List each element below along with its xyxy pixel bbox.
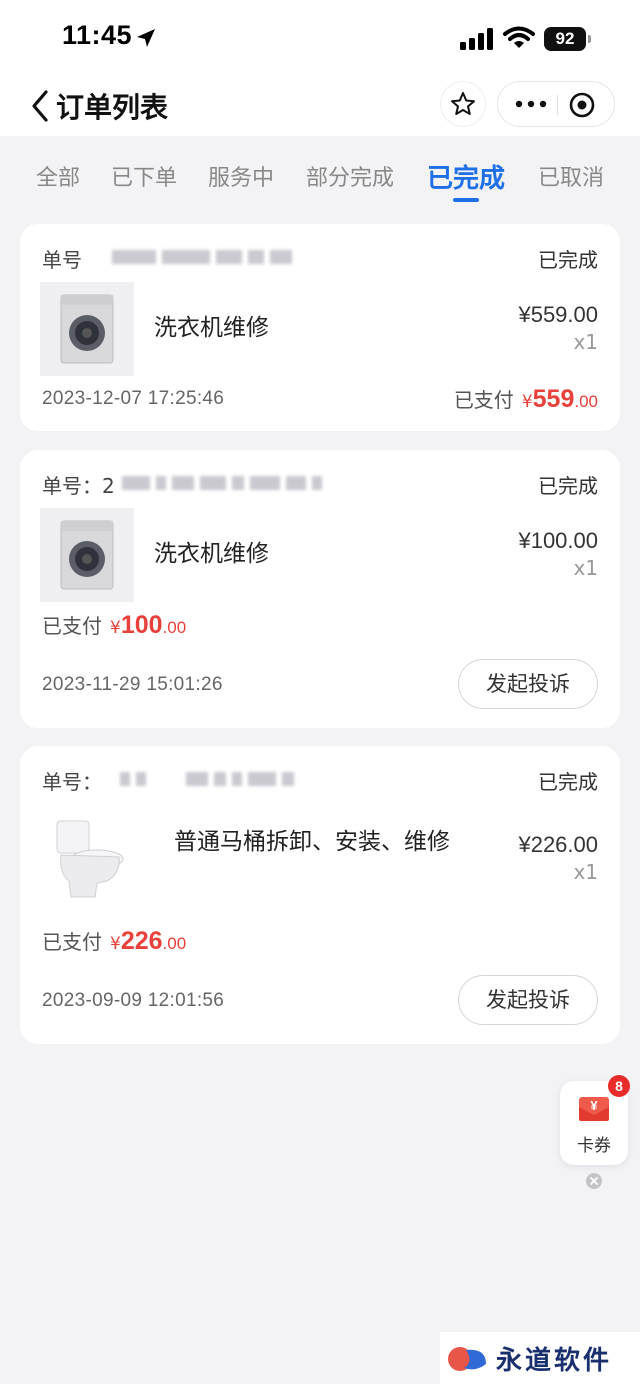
- order-status: 已完成: [538, 248, 598, 272]
- tab-cancelled[interactable]: 已取消: [538, 160, 604, 192]
- paid-integer: 559: [532, 385, 575, 413]
- paid-integer: 100: [120, 611, 163, 639]
- product-name: 洗衣机维修: [154, 315, 269, 341]
- tab-partially-done[interactable]: 部分完成: [306, 160, 394, 192]
- file-complaint-button[interactable]: 发起投诉: [458, 975, 598, 1025]
- toilet-icon: [56, 820, 124, 898]
- currency-symbol: ¥: [110, 618, 121, 638]
- paid-label: 已支付: [42, 614, 102, 638]
- order-number-redacted: [122, 472, 322, 494]
- currency-symbol: ¥: [521, 392, 533, 412]
- order-number-redacted: [120, 768, 294, 790]
- product-image: [40, 508, 134, 602]
- product-price: ¥100.00: [518, 528, 598, 553]
- washing-machine-icon: [60, 294, 114, 364]
- order-card[interactable]: 单号 已完成 洗衣机维修 ¥559.00 x1 2023-12-07 17:25…: [20, 224, 620, 431]
- close-icon[interactable]: [585, 1172, 603, 1190]
- order-status: 已完成: [538, 770, 598, 794]
- order-number-label: 单号：: [42, 770, 102, 794]
- product-image: [40, 282, 134, 376]
- tab-all[interactable]: 全部: [36, 160, 80, 192]
- product-quantity: x1: [573, 860, 598, 884]
- paid-amount: 已支付 ¥226.00: [42, 926, 186, 956]
- nav-bar: 订单列表: [0, 78, 640, 136]
- wifi-icon: [503, 26, 535, 48]
- order-number-label: 单号: [42, 248, 82, 272]
- paid-amount: 已支付 ¥559.00: [454, 384, 598, 414]
- star-icon: [451, 92, 475, 115]
- order-card[interactable]: 单号： 已完成 普通马桶拆卸、安装、维修 ¥226.00 x1 已支付 ¥226.…: [20, 746, 620, 1044]
- status-time: 11:45: [62, 20, 133, 50]
- coupon-label: 卡券: [577, 1136, 611, 1156]
- coupon-count-badge: 8: [608, 1075, 630, 1097]
- paid-decimal: .00: [162, 618, 187, 637]
- capsule-divider: [557, 95, 558, 115]
- page-title: 订单列表: [56, 91, 169, 124]
- paid-decimal: .00: [574, 392, 598, 411]
- product-price: ¥559.00: [518, 302, 598, 327]
- tab-in-service[interactable]: 服务中: [208, 160, 274, 192]
- washing-machine-icon: [60, 520, 114, 590]
- order-number-label: 单号：2: [42, 474, 115, 498]
- close-target-icon[interactable]: [568, 91, 596, 119]
- paid-label: 已支付: [42, 930, 102, 954]
- watermark-text: 永道软件园: [496, 1346, 613, 1384]
- paid-amount: 已支付 ¥100.00: [42, 610, 186, 640]
- paid-integer: 226: [120, 927, 163, 955]
- watermark-logo-icon: [448, 1347, 486, 1371]
- order-time: 2023-12-07 17:25:46: [42, 388, 225, 409]
- order-time: 2023-11-29 15:01:26: [42, 674, 223, 695]
- currency-symbol: ¥: [110, 934, 121, 954]
- product-name: 洗衣机维修: [154, 541, 269, 567]
- favorite-button[interactable]: [440, 81, 486, 127]
- status-bar: 11:45 92: [0, 0, 640, 78]
- battery-tip: [588, 35, 591, 43]
- battery-indicator: 92: [544, 27, 586, 51]
- file-complaint-button[interactable]: 发起投诉: [458, 659, 598, 709]
- paid-label: 已支付: [453, 388, 514, 412]
- status-tabs: 全部 已下单 服务中 部分完成 已完成 已取消: [0, 136, 640, 214]
- order-number-redacted: [112, 246, 292, 268]
- cellular-signal-icon: [460, 28, 493, 50]
- product-price: ¥226.00: [518, 832, 598, 857]
- tab-ordered[interactable]: 已下单: [111, 160, 177, 192]
- coupon-icon: ¥: [579, 1097, 609, 1121]
- order-card[interactable]: 单号：2 已完成 洗衣机维修 ¥100.00 x1 已支付 ¥100.00 202…: [20, 450, 620, 728]
- more-dots-icon[interactable]: [514, 94, 548, 114]
- product-image: [40, 812, 134, 906]
- coupon-yen-glyph: ¥: [590, 1098, 598, 1113]
- product-quantity: x1: [573, 556, 598, 580]
- product-quantity: x1: [573, 330, 598, 354]
- paid-decimal: .00: [162, 934, 187, 953]
- location-arrow-icon: [137, 29, 155, 47]
- back-chevron-icon[interactable]: [28, 88, 52, 124]
- order-time: 2023-09-09 12:01:56: [42, 990, 225, 1011]
- active-tab-indicator: [453, 198, 479, 202]
- product-name: 普通马桶拆卸、安装、维修: [174, 829, 450, 855]
- tab-completed[interactable]: 已完成: [427, 158, 505, 195]
- mini-program-capsule: [497, 81, 615, 127]
- watermark: 永道软件园: [440, 1332, 640, 1384]
- order-status: 已完成: [538, 474, 598, 498]
